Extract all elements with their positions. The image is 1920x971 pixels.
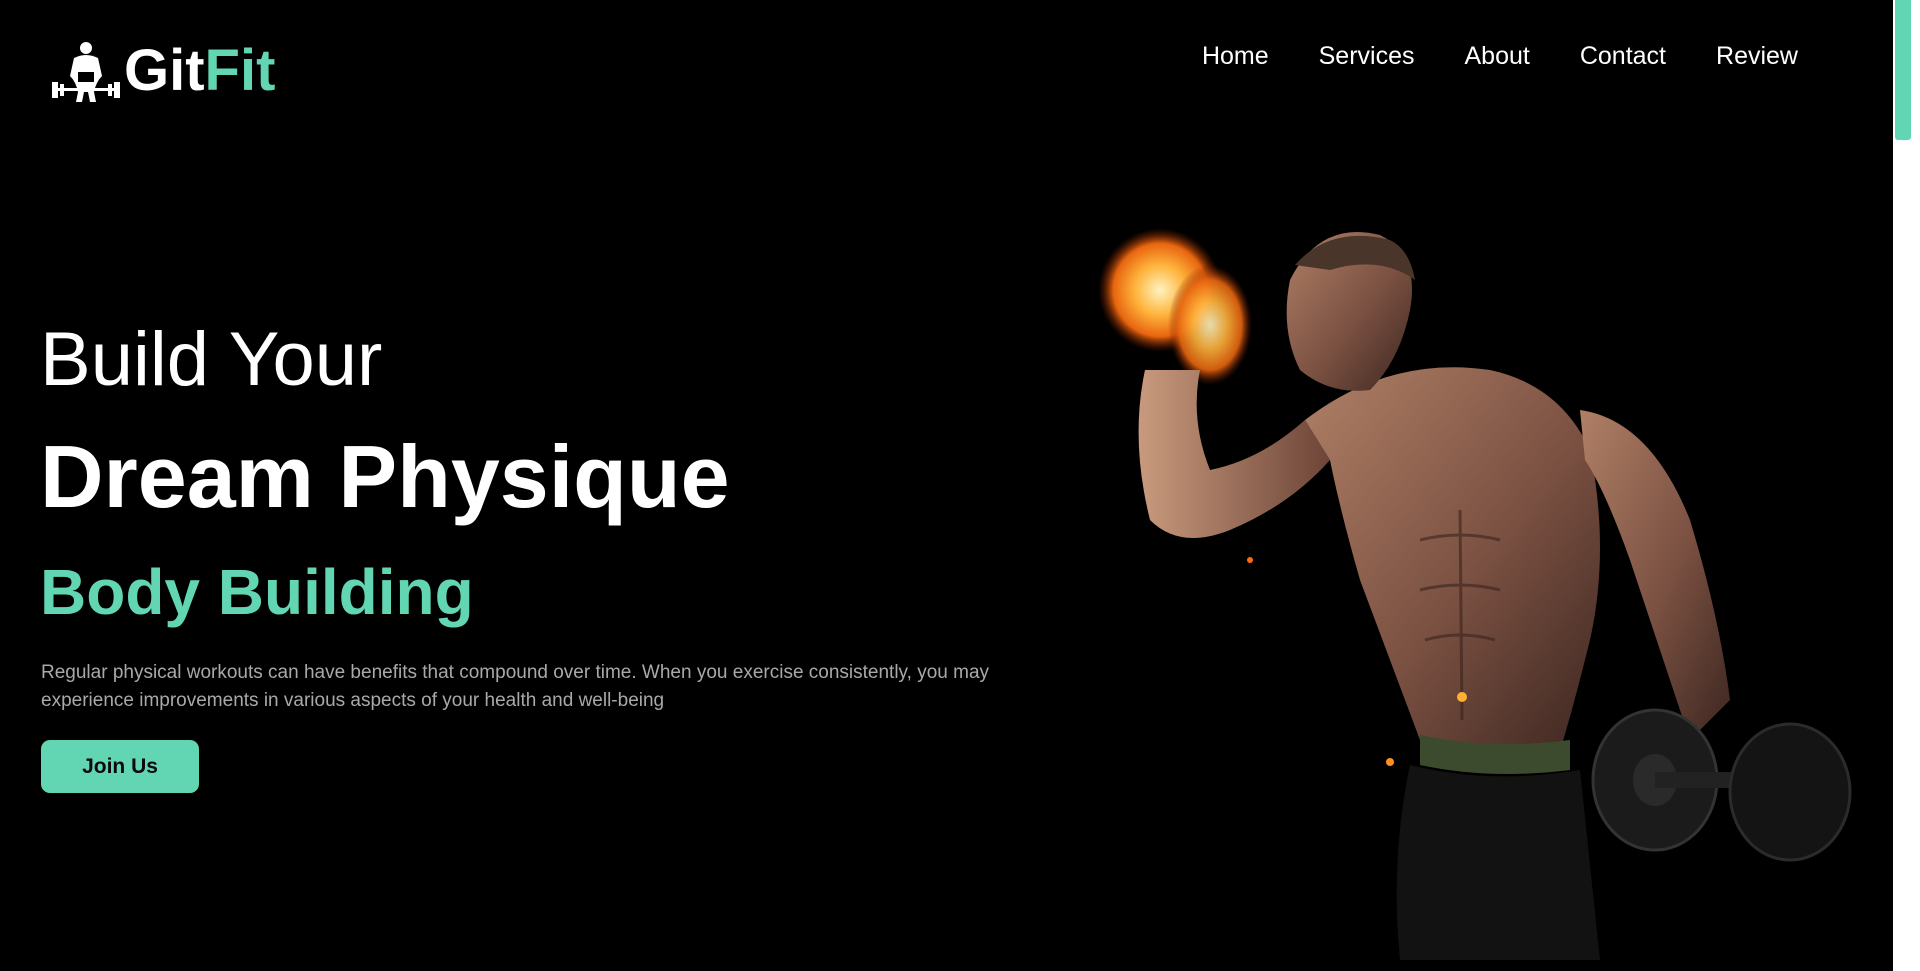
scrollbar-thumb[interactable]	[1895, 0, 1911, 140]
hero-heading-line1: Build Your	[40, 317, 383, 402]
page-viewport: GitFit Home Services About Contact Revie…	[0, 0, 1893, 971]
nav-item-review[interactable]: Review	[1716, 42, 1798, 71]
brand-name: GitFit	[124, 42, 275, 100]
hero-image	[1098, 228, 1852, 960]
dumbbell	[1591, 708, 1852, 862]
nav-item-home[interactable]: Home	[1202, 42, 1269, 71]
brand-name-part2: Fit	[204, 38, 276, 103]
hero-subheading: Body Building	[40, 556, 474, 628]
main-nav: Home Services About Contact Review	[1152, 42, 1798, 71]
nav-item-services[interactable]: Services	[1319, 42, 1415, 71]
nav-item-contact[interactable]: Contact	[1580, 42, 1666, 71]
join-us-button[interactable]: Join Us	[41, 740, 199, 793]
hero-heading-line2: Dream Physique	[40, 427, 730, 526]
vertical-scrollbar[interactable]	[1893, 0, 1920, 971]
brand-logo[interactable]: GitFit	[50, 36, 275, 106]
brand-name-part1: Git	[124, 38, 205, 103]
hero-description: Regular physical workouts can have benef…	[41, 662, 990, 711]
nav-item-about[interactable]: About	[1465, 42, 1530, 71]
weightlifter-icon	[52, 42, 120, 102]
